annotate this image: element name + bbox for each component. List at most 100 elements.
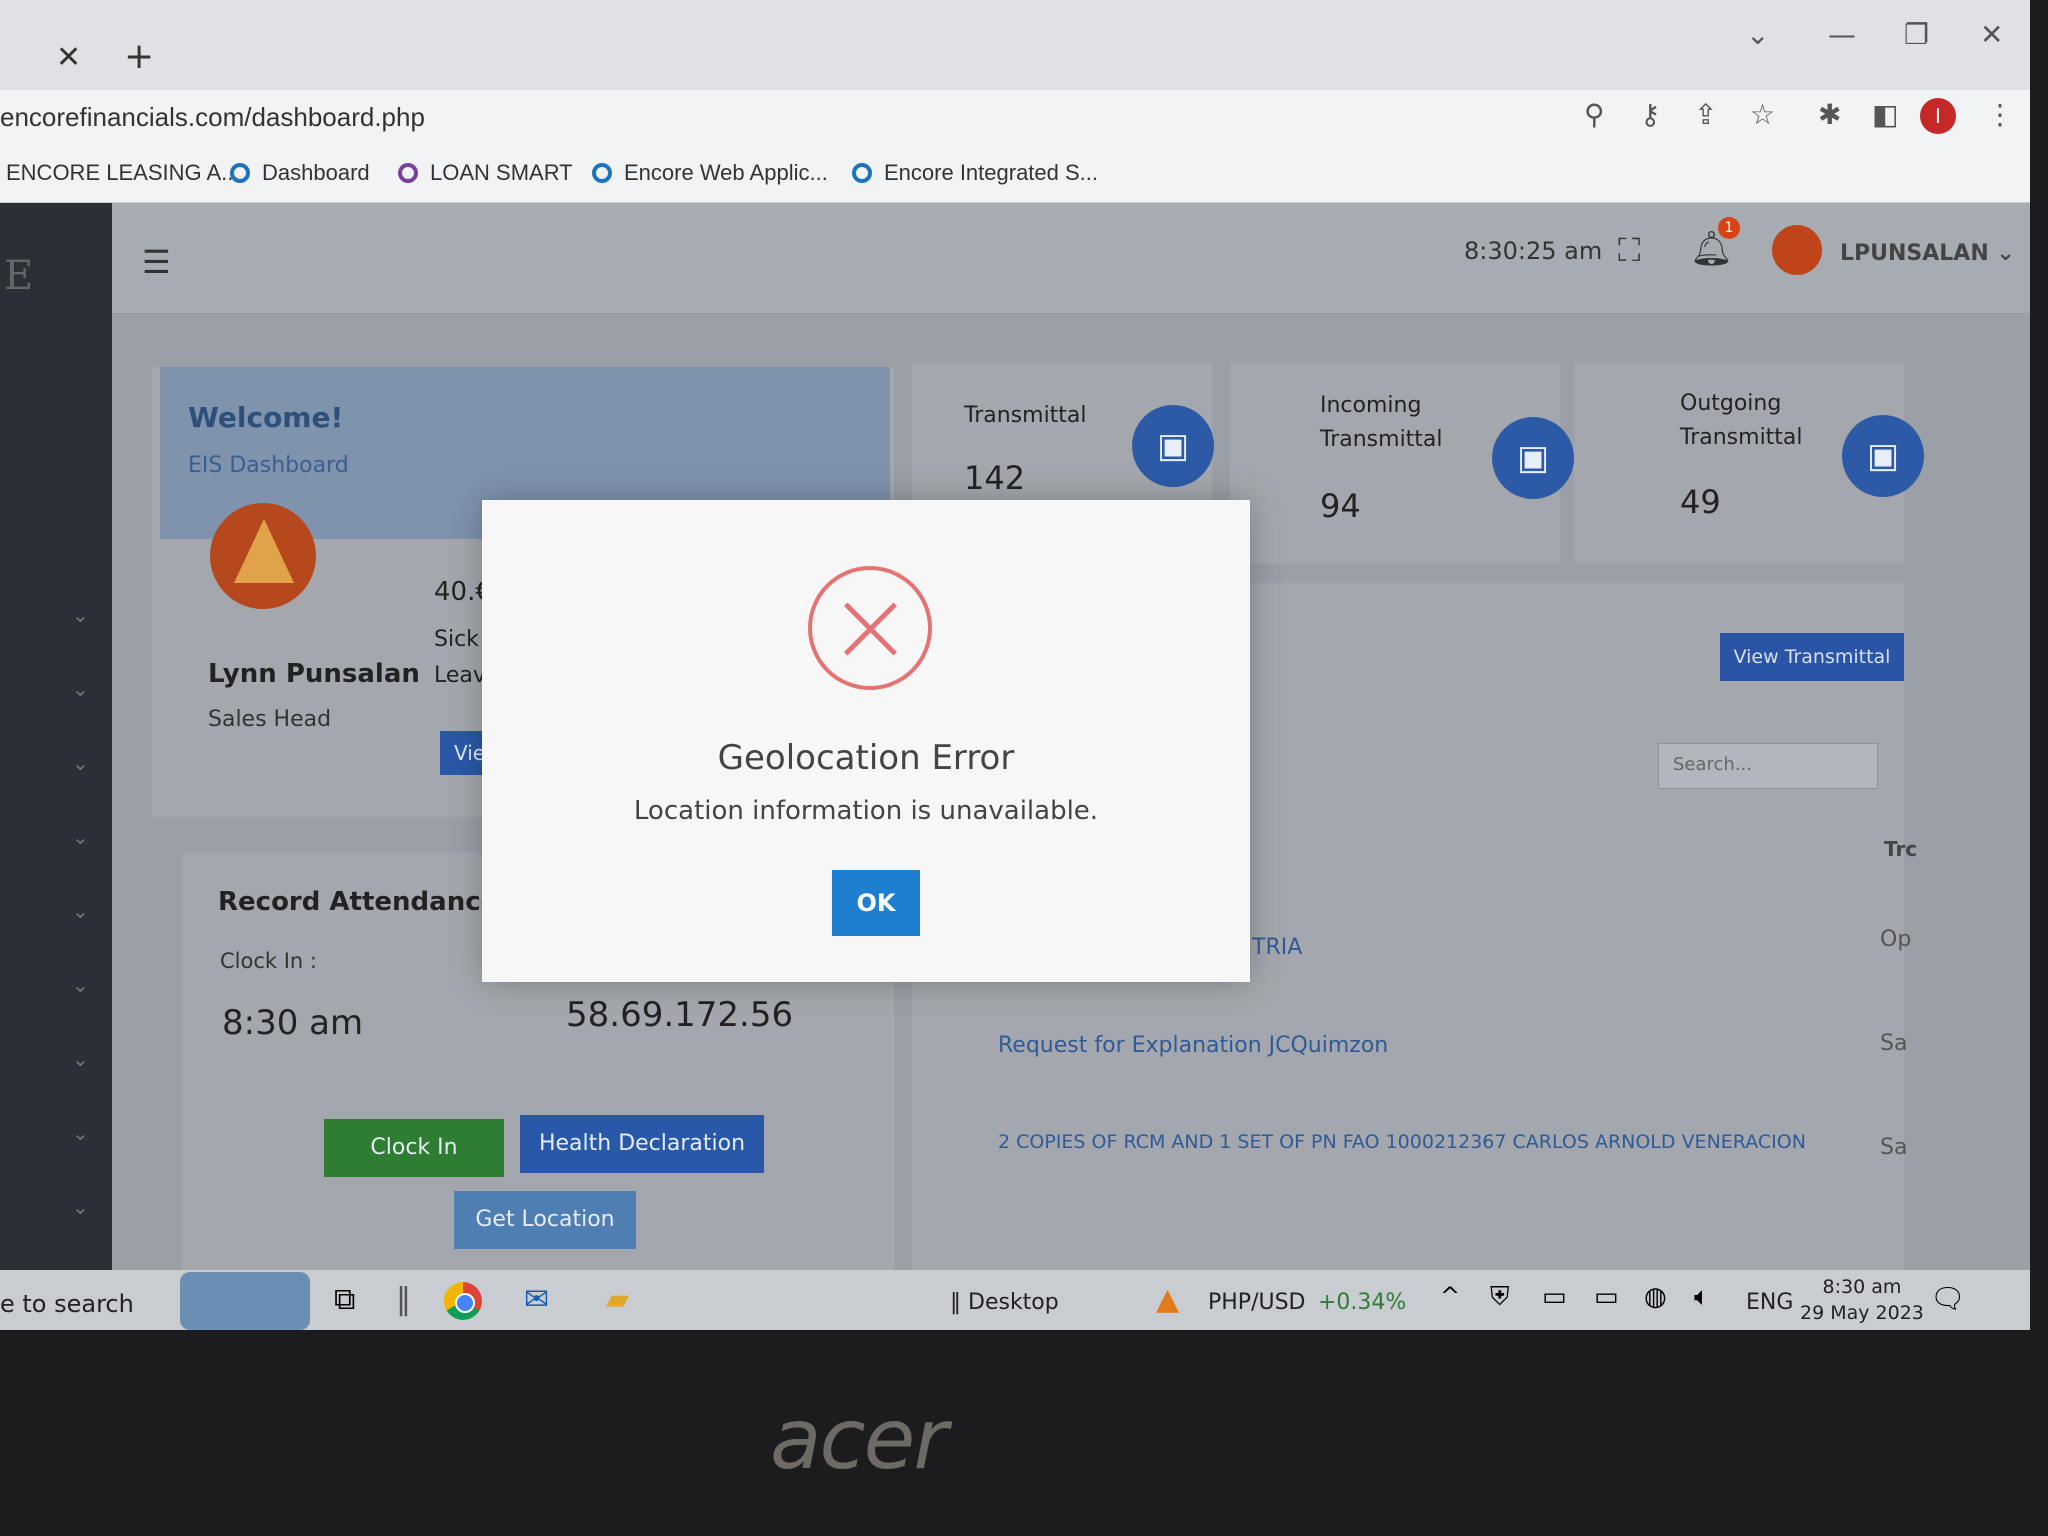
outgoing-label: Outgoing	[1680, 391, 1782, 416]
new-tab-icon[interactable]: +	[124, 36, 154, 77]
table-row-title[interactable]: 2 COPIES OF RCM AND 1 SET OF PN FAO 1000…	[998, 1131, 1806, 1153]
close-window-icon[interactable]: ✕	[1980, 18, 2003, 51]
bookmark-encore-web[interactable]: Encore Web Applic...	[592, 160, 828, 186]
incoming-label: Incoming	[1320, 393, 1422, 418]
bookmark-icon	[852, 163, 872, 183]
taskbar-time: 8:30 am	[1822, 1276, 1902, 1298]
outlook-icon[interactable]: ✉	[524, 1282, 549, 1317]
share-icon[interactable]: ⇪	[1694, 98, 1717, 131]
network-icon[interactable]: ◍	[1644, 1282, 1667, 1312]
separator-icon: ‖	[396, 1282, 411, 1317]
avatar-logo-icon	[234, 519, 294, 583]
chevron-down-icon[interactable]: ⌄	[72, 825, 89, 849]
taskbar-date: 29 May 2023	[1800, 1302, 1924, 1324]
chrome-icon[interactable]	[444, 1282, 482, 1320]
side-panel-icon[interactable]: ◧	[1872, 98, 1898, 131]
monitor-brand-logo: acer	[770, 1390, 948, 1488]
bookmark-encore-integrated[interactable]: Encore Integrated S...	[852, 160, 1098, 186]
bookmark-icon	[398, 163, 418, 183]
address-bar: encorefinancials.com/dashboard.php ⚲ ⚷ ⇪…	[0, 90, 2030, 152]
bookmark-label: Dashboard	[262, 160, 370, 185]
attendance-title: Record Attendance	[218, 887, 499, 917]
dialog-message: Location information is unavailable.	[633, 796, 1099, 826]
search-highlight-image	[180, 1272, 310, 1330]
key-icon[interactable]: ⚷	[1640, 98, 1661, 131]
currency-change: +0.34%	[1318, 1290, 1407, 1315]
bookmark-loan-smart[interactable]: LOAN SMART	[398, 160, 573, 186]
hamburger-menu-icon[interactable]: ☰	[142, 243, 171, 281]
desktop-label: Desktop	[968, 1290, 1059, 1315]
bookmark-label: ENCORE LEASING A...	[6, 160, 240, 185]
battery-icon[interactable]: ▭	[1594, 1282, 1619, 1312]
url-field[interactable]: encorefinancials.com/dashboard.php	[0, 102, 425, 133]
table-row-status: Sa	[1880, 1135, 1908, 1160]
desktop-toolbar[interactable]: ‖ Desktop	[950, 1290, 1059, 1315]
close-tab-icon[interactable]: ✕	[56, 40, 81, 75]
sidebar-logo: E	[4, 253, 34, 299]
location-icon[interactable]: ⚲	[1584, 98, 1605, 131]
table-row-status: Sa	[1880, 1031, 1908, 1056]
user-menu[interactable]: LPUNSALAN ⌄	[1840, 241, 2015, 266]
bookmark-label: Encore Integrated S...	[884, 160, 1099, 185]
get-location-button[interactable]: Get Location	[454, 1191, 636, 1249]
employee-role: Sales Head	[208, 707, 332, 732]
volume-icon[interactable]: 🔈︎	[1694, 1282, 1710, 1313]
bookmark-encore-leasing[interactable]: ENCORE LEASING A...	[6, 160, 240, 186]
search-input[interactable]: Search...	[1658, 743, 1878, 789]
currency-pair[interactable]: PHP/USD	[1208, 1290, 1306, 1315]
file-explorer-icon[interactable]: ▰	[606, 1282, 629, 1317]
outgoing-label: Transmittal	[1680, 425, 1803, 450]
header-clock: 8:30:25 am	[1464, 237, 1603, 265]
stocks-icon[interactable]: ▲	[1156, 1282, 1179, 1317]
table-column-header: Trc	[1884, 837, 1918, 861]
geolocation-error-dialog: Geolocation Error Location information i…	[482, 500, 1250, 982]
table-row-title[interactable]: TRIA	[1252, 935, 1302, 960]
extensions-icon[interactable]: ✱	[1818, 98, 1841, 131]
view-transmittal-button[interactable]: View Transmittal	[1720, 633, 1904, 681]
chevron-down-icon[interactable]: ⌄	[72, 751, 89, 775]
bookmark-icon	[592, 163, 612, 183]
profile-avatar[interactable]: I	[1920, 98, 1956, 134]
chevron-down-icon[interactable]: ⌄	[72, 973, 89, 997]
table-row-status: Op	[1880, 927, 1912, 952]
windows-taskbar: e to search ⧉ ‖ ✉ ▰ ‖ Desktop ▲ PHP/USD …	[0, 1270, 2030, 1330]
taskbar-search[interactable]: e to search	[0, 1290, 134, 1318]
language-indicator[interactable]: ENG	[1746, 1290, 1793, 1315]
notification-badge: 1	[1718, 217, 1740, 239]
error-icon	[808, 566, 932, 690]
chevron-down-icon[interactable]: ⌄	[72, 1047, 89, 1071]
transmittal-label: Transmittal	[964, 403, 1087, 428]
welcome-subtitle: EIS Dashboard	[188, 453, 349, 478]
minimize-icon[interactable]: —	[1828, 18, 1856, 51]
outgoing-count: 49	[1680, 483, 1721, 521]
leave-label: Leav	[434, 663, 486, 688]
notification-center-icon[interactable]: 🗨︎	[1930, 1282, 1966, 1315]
chevron-down-icon[interactable]: ⌄	[72, 603, 89, 627]
chevron-down-icon[interactable]: ⌄	[72, 899, 89, 923]
chevron-down-icon[interactable]: ⌄	[72, 1195, 89, 1219]
menu-dots-icon[interactable]: ⋮	[1986, 98, 2014, 131]
display-icon[interactable]: ▭	[1542, 1282, 1567, 1312]
restore-icon[interactable]: ❐	[1904, 18, 1929, 51]
tray-overflow-icon[interactable]: ^	[1440, 1282, 1460, 1310]
health-declaration-button[interactable]: Health Declaration	[520, 1115, 764, 1173]
fullscreen-icon[interactable]: ⛶	[1618, 231, 1640, 270]
incoming-label: Transmittal	[1320, 427, 1443, 452]
ok-button[interactable]: OK	[832, 870, 920, 936]
star-icon[interactable]: ☆	[1750, 98, 1775, 131]
user-avatar[interactable]	[1772, 225, 1822, 275]
task-view-icon[interactable]: ⧉	[334, 1282, 355, 1317]
security-icon[interactable]: ⛨	[1490, 1282, 1510, 1313]
taskbar-clock[interactable]: 8:30 am 29 May 2023	[1800, 1274, 1924, 1326]
table-row-title[interactable]: Request for Explanation JCQuimzon	[998, 1033, 1388, 1058]
chevron-down-icon[interactable]: ⌄	[72, 677, 89, 701]
clock-in-button[interactable]: Clock In	[324, 1119, 504, 1177]
inbox-icon: ▣	[1492, 417, 1574, 499]
bookmark-icon	[230, 163, 250, 183]
bookmark-label: LOAN SMART	[430, 160, 573, 185]
tab-search-icon[interactable]: ⌄	[1746, 18, 1769, 51]
bookmark-dashboard[interactable]: Dashboard	[230, 160, 370, 186]
app-sidebar: E ⌄ ⌄ ⌄ ⌄ ⌄ ⌄ ⌄ ⌄ ⌄	[0, 203, 112, 1323]
chevron-down-icon[interactable]: ⌄	[72, 1121, 89, 1145]
screen: ✕ + ⌄ — ❐ ✕ encorefinancials.com/dashboa…	[0, 0, 2030, 1330]
